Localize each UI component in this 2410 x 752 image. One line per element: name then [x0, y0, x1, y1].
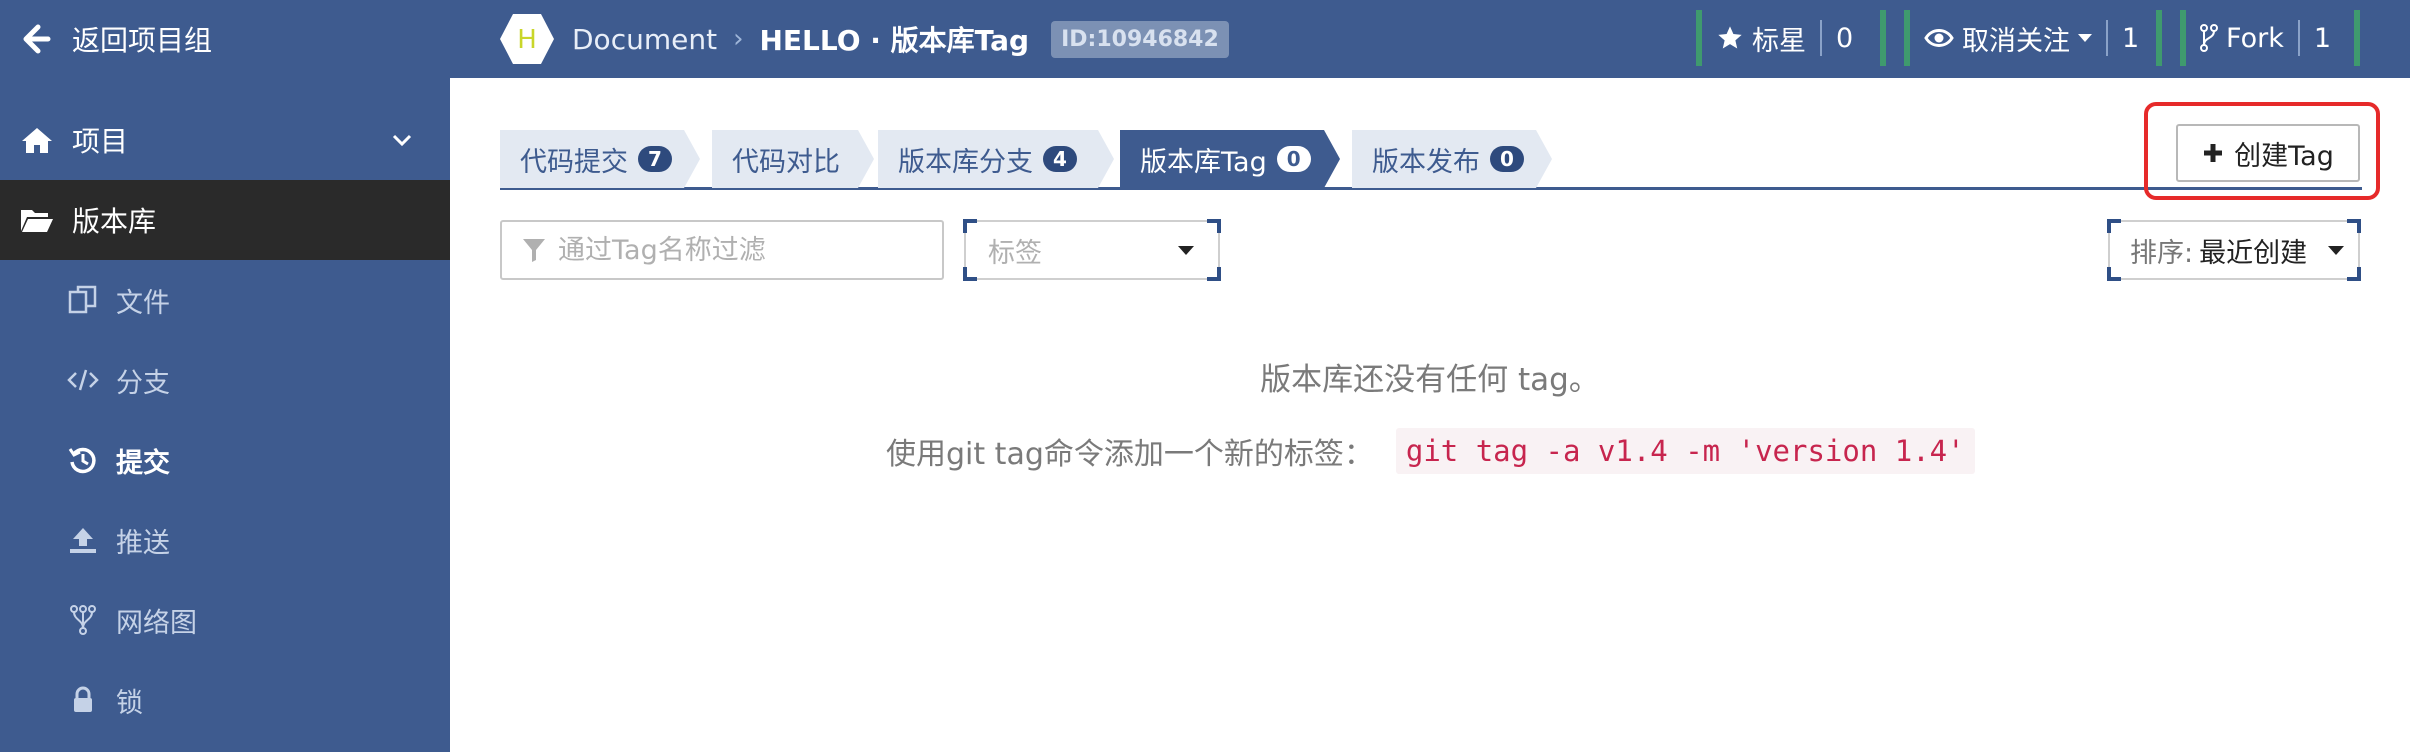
watch-label: 取消关注 [1962, 25, 2070, 57]
eye-icon [1924, 29, 1954, 47]
sidebar-item-push[interactable]: 推送 [0, 500, 450, 580]
sort-key-label: 排序: [2130, 237, 2194, 269]
star-icon [1718, 26, 1742, 49]
chevron-down-icon [392, 134, 412, 147]
watch-button[interactable]: 取消关注 1 [1904, 10, 2162, 66]
sidebar-item-label: 文件 [116, 287, 170, 319]
hint-text: 使用git tag命令添加一个新的标签： [886, 437, 1374, 472]
tab-label: 版本库Tag [1140, 146, 1267, 178]
network-icon [66, 603, 100, 637]
fork-icon [2200, 24, 2218, 52]
tag-type-select[interactable]: 标签 [963, 219, 1221, 281]
sidebar-item-label: 锁 [116, 687, 143, 719]
breadcrumb: H Document › HELLO · 版本库Tag ID:10946842 [498, 0, 1229, 78]
sidebar-item-label: 推送 [116, 527, 170, 559]
filter-icon [523, 239, 545, 262]
sidebar-item-files[interactable]: 文件 [0, 260, 450, 340]
arrow-left-icon [23, 24, 51, 54]
sidebar-item-label: 网络图 [116, 607, 197, 639]
tag-filter-field[interactable] [500, 220, 944, 280]
tab-commits[interactable]: 代码提交 7 [500, 130, 700, 188]
files-icon [66, 283, 100, 317]
sidebar-item-lock[interactable]: 锁 [0, 660, 450, 740]
back-label: 返回项目组 [72, 24, 213, 57]
upload-icon [66, 523, 100, 557]
project-avatar: H [500, 14, 554, 64]
tab-label: 版本库分支 [898, 146, 1033, 178]
fork-count: 1 [2297, 20, 2345, 56]
repo-tabs: 代码提交 7 代码对比 版本库分支 4 版本库Tag 0 版本发布 0 [500, 128, 2362, 190]
empty-state-hint: 使用git tag命令添加一个新的标签： git tag -a v1.4 -m … [886, 428, 1975, 474]
tab-releases[interactable]: 版本发布 0 [1352, 130, 1552, 188]
git-command-snippet: git tag -a v1.4 -m 'version 1.4' [1395, 428, 1975, 474]
caret-down-icon [1178, 246, 1194, 255]
sidebar-item-project[interactable]: 项目 [0, 100, 450, 180]
tag-type-value: 标签 [988, 237, 1042, 269]
svg-text:H: H [517, 25, 537, 55]
fork-button[interactable]: Fork 1 [2180, 10, 2360, 66]
star-button[interactable]: 标星 0 [1696, 10, 1886, 66]
history-icon [66, 443, 100, 477]
back-to-group-link[interactable]: 返回项目组 [0, 0, 450, 78]
sidebar-item-label: 项目 [72, 125, 129, 158]
caret-down-icon [2078, 34, 2092, 42]
tab-label: 代码对比 [732, 146, 840, 178]
fork-label: Fork [2226, 22, 2284, 54]
breadcrumb-group-link[interactable]: Document [572, 23, 717, 56]
star-count: 0 [1820, 20, 1867, 56]
count-badge: 0 [1276, 146, 1311, 172]
sidebar-item-repository[interactable]: 版本库 [0, 180, 450, 260]
empty-state-message: 版本库还没有任何 tag。 [1260, 362, 1600, 398]
count-badge: 0 [1490, 146, 1524, 172]
sidebar: 项目 版本库 文件 分支 提交 推送 网络图 锁 [0, 78, 450, 752]
lock-icon [66, 683, 100, 717]
top-bar: 返回项目组 H Document › HELLO · 版本库Tag ID:109… [0, 0, 2410, 78]
sort-select[interactable]: 排序: 最近创建 [2107, 219, 2361, 281]
sidebar-item-label: 版本库 [72, 205, 157, 238]
create-tag-button[interactable]: 创建Tag [2176, 124, 2360, 182]
sidebar-item-label: 提交 [116, 447, 170, 479]
home-icon [20, 123, 54, 157]
folder-open-icon [20, 203, 54, 237]
create-tag-label: 创建Tag [2234, 140, 2334, 172]
plus-icon [2204, 144, 2223, 162]
tab-branches[interactable]: 版本库分支 4 [878, 130, 1114, 188]
tab-tags[interactable]: 版本库Tag 0 [1120, 130, 1340, 188]
breadcrumb-repo-title: HELLO · 版本库Tag [759, 24, 1030, 57]
star-label: 标星 [1752, 25, 1806, 57]
chevron-right-icon: › [733, 24, 744, 54]
tab-label: 版本发布 [1372, 146, 1480, 178]
count-badge: 7 [638, 146, 672, 172]
count-badge: 4 [1043, 146, 1077, 172]
watch-count: 1 [2106, 20, 2153, 56]
tab-label: 代码提交 [520, 146, 628, 178]
sidebar-item-commits[interactable]: 提交 [0, 420, 450, 500]
sidebar-item-network[interactable]: 网络图 [0, 580, 450, 660]
repo-id-badge: ID:10946842 [1051, 20, 1229, 58]
tab-compare[interactable]: 代码对比 [712, 130, 874, 188]
tag-filter-input[interactable] [558, 234, 918, 266]
sort-value: 最近创建 [2199, 237, 2308, 269]
caret-down-icon [2328, 246, 2344, 255]
